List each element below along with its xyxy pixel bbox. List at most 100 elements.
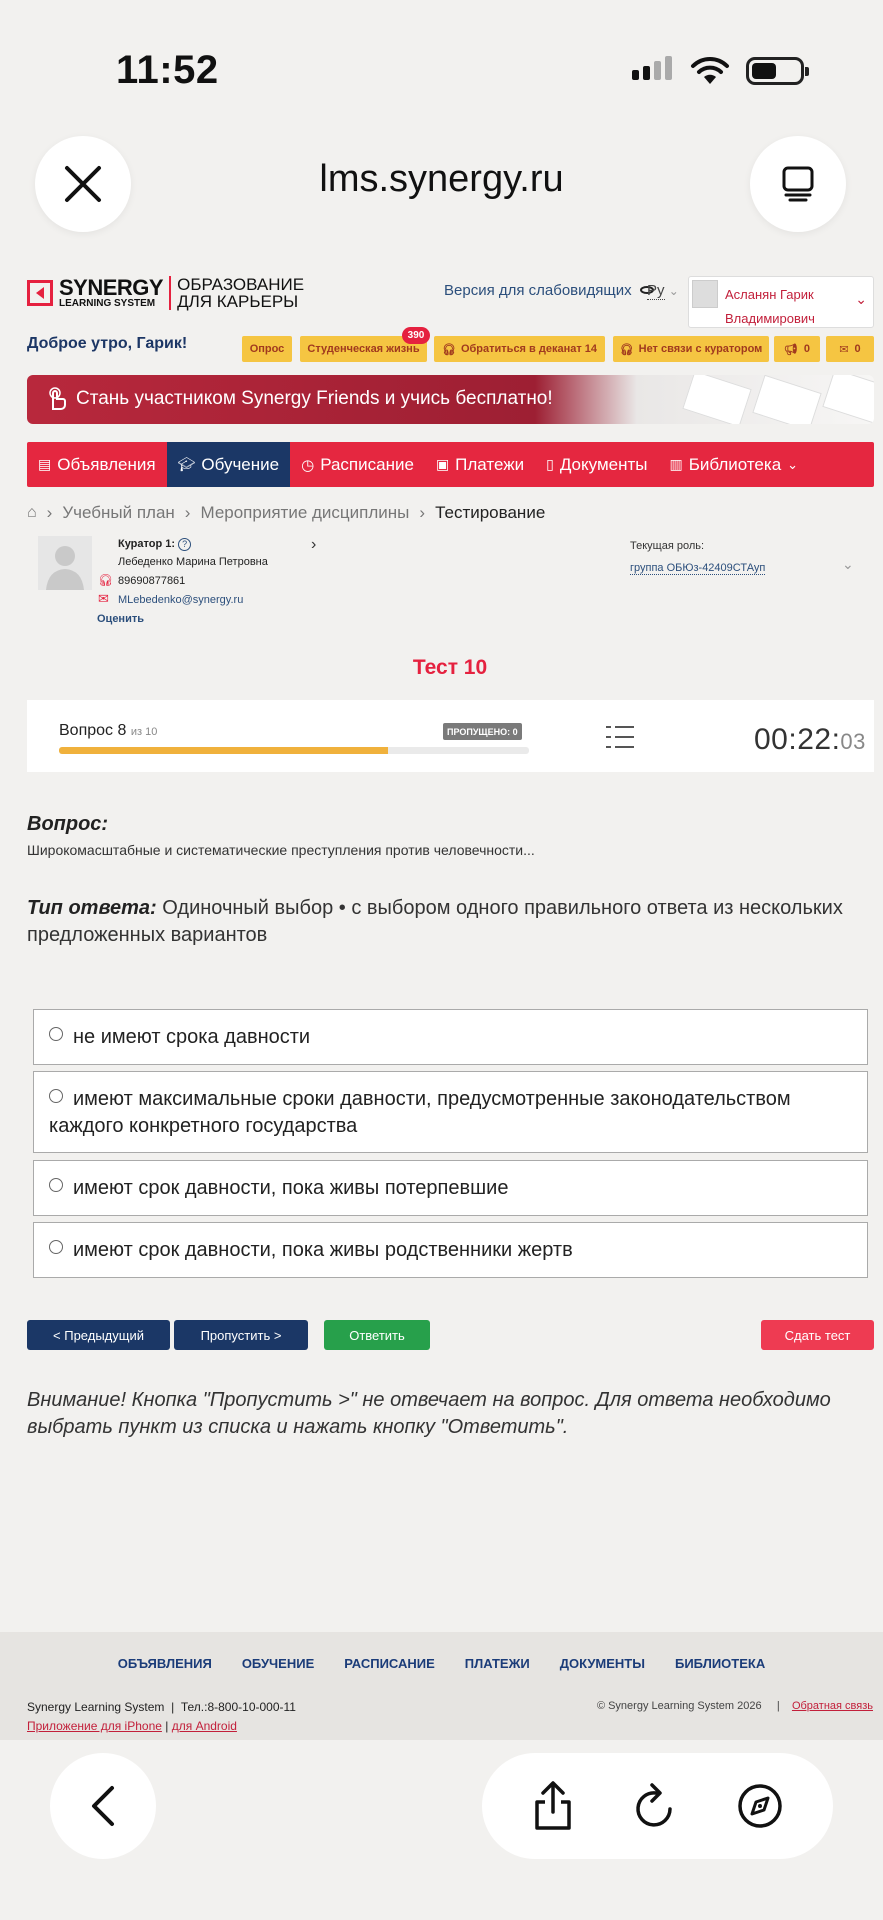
book-icon: ▥	[669, 456, 683, 472]
logo-tagline-1: ОБРАЗОВАНИЕ	[177, 275, 305, 294]
radio-icon[interactable]	[49, 1240, 63, 1254]
vision-impaired-link[interactable]: Версия для слабовидящих	[444, 282, 654, 299]
share-icon[interactable]	[531, 1780, 575, 1832]
answer-option[interactable]: имеют срок давности, пока живы родственн…	[33, 1222, 868, 1278]
logo-sub-text: LEARNING SYSTEM	[59, 298, 156, 309]
answer-option[interactable]: имеют срок давности, пока живы потерпевш…	[33, 1160, 868, 1216]
no-curator-contact-button[interactable]: 🎧︎ Нет связи с куратором	[613, 336, 769, 362]
nav-schedule[interactable]: ◷ Расписание	[290, 442, 425, 487]
megaphone-icon: 📢︎	[783, 343, 798, 356]
question-heading: Вопрос:	[27, 813, 109, 835]
announcements-counter[interactable]: 📢︎ 0	[774, 336, 820, 362]
logo-tagline-2: ДЛЯ КАРЬЕРЫ	[177, 292, 299, 311]
messages-counter[interactable]: ✉ 0	[826, 336, 874, 362]
nav-payments[interactable]: ▣ Платежи	[425, 442, 535, 487]
android-app-link[interactable]: для Android	[172, 1719, 237, 1733]
curator-phone: 89690877861	[118, 575, 186, 587]
user-name-line-1: Асланян Гарик	[725, 287, 814, 302]
answer-option[interactable]: не имеют срока давности	[33, 1009, 868, 1065]
chevron-down-icon: ⌄	[668, 284, 679, 298]
headset-icon: 🎧︎	[619, 343, 634, 356]
student-life-badge: 390	[402, 327, 430, 344]
browser-actions	[482, 1753, 833, 1859]
logo-divider	[169, 276, 172, 310]
curator-avatar	[38, 536, 92, 590]
survey-button[interactable]: Опрос	[242, 336, 292, 362]
battery-icon	[746, 57, 809, 85]
question-progress-card: Вопрос 8 из 10 ПРОПУЩЕНО: 0 00:22:03	[27, 700, 874, 772]
back-button[interactable]	[50, 1753, 156, 1859]
submit-test-button[interactable]: Сдать тест	[761, 1320, 874, 1350]
tabs-button[interactable]	[750, 136, 846, 232]
banner-image	[667, 375, 874, 424]
nav-payments-label: Платежи	[455, 454, 525, 474]
chevron-down-icon[interactable]: ⌄	[842, 556, 854, 573]
money-icon: ▣	[435, 456, 450, 472]
feedback-link[interactable]: Обратная связь	[792, 1700, 873, 1712]
footer-link-announcements[interactable]: ОБЪЯВЛЕНИЯ	[118, 1656, 212, 1671]
timer-main: 00:22:	[754, 723, 841, 756]
answer-button[interactable]: Ответить	[324, 1320, 430, 1350]
footer-contacts: Synergy Learning System | Тел.:8-800-10-…	[27, 1700, 296, 1714]
nav-documents[interactable]: ▯ Документы	[535, 442, 658, 487]
nav-education[interactable]: 🎓︎ Обучение	[166, 442, 291, 487]
wifi-icon	[691, 56, 729, 84]
nav-announcements[interactable]: ▤ Объявления	[27, 442, 167, 487]
breadcrumb-discipline-event[interactable]: Мероприятие дисциплины	[200, 503, 409, 523]
answer-option[interactable]: имеют максимальные сроки давности, преду…	[33, 1071, 868, 1153]
skipped-badge: ПРОПУЩЕНО: 0	[443, 723, 522, 740]
curator-title-label: Куратор 1:	[118, 538, 176, 550]
chevron-right-icon[interactable]: ›	[311, 536, 316, 554]
footer-nav: ОБЪЯВЛЕНИЯ ОБУЧЕНИЕ РАСПИСАНИЕ ПЛАТЕЖИ Д…	[0, 1656, 883, 1671]
radio-icon[interactable]	[49, 1027, 63, 1041]
reload-icon[interactable]	[632, 1781, 678, 1831]
question-counter: Вопрос 8 из 10	[59, 722, 157, 740]
pointer-hand-icon	[49, 387, 66, 410]
test-title: Тест 10	[412, 656, 488, 679]
logo-main-text: SYNERGY	[59, 275, 164, 300]
nav-announcements-label: Объявления	[57, 454, 156, 474]
nav-library[interactable]: ▥ Библиотека ⌄	[658, 442, 809, 487]
answer-option-label: имеют срок давности, пока живы потерпевш…	[73, 1177, 509, 1199]
help-icon[interactable]: ?	[178, 538, 192, 551]
status-time: 11:52	[116, 48, 219, 92]
role-select[interactable]: группа ОБЮз-42409СТАуп	[630, 562, 766, 575]
footer-right: © Synergy Learning System 2026 | Обратна…	[596, 1700, 873, 1712]
footer-company: Synergy Learning System	[27, 1700, 165, 1714]
previous-button[interactable]: < Предыдущий	[27, 1320, 170, 1350]
mail-icon: ✉	[98, 591, 109, 606]
contact-dean-button[interactable]: 🎧︎ Обратиться в деканат 14	[434, 336, 605, 362]
rate-curator-link[interactable]: Оценить	[97, 613, 144, 625]
answer-option-label: не имеют срока давности	[73, 1026, 311, 1048]
radio-icon[interactable]	[49, 1089, 63, 1103]
question-number: Вопрос 8	[59, 722, 127, 739]
question-list-icon[interactable]	[605, 724, 635, 750]
progress-bar	[59, 747, 529, 754]
headset-icon: 🎧︎	[98, 573, 114, 587]
skip-button[interactable]: Пропустить >	[174, 1320, 308, 1350]
footer-link-schedule[interactable]: РАСПИСАНИЕ	[344, 1656, 435, 1671]
document-icon: ▯	[546, 456, 554, 472]
home-icon[interactable]: ⌂	[27, 504, 37, 522]
logo-mark-icon	[27, 280, 53, 306]
footer-link-payments[interactable]: ПЛАТЕЖИ	[465, 1656, 530, 1671]
language-select[interactable]: Ру ⌄	[647, 282, 679, 300]
curator-email[interactable]: MLebedenko@synergy.ru	[118, 594, 243, 606]
breadcrumb-study-plan[interactable]: Учебный план	[62, 503, 174, 523]
footer-link-documents[interactable]: ДОКУМЕНТЫ	[560, 1656, 645, 1671]
radio-icon[interactable]	[49, 1178, 63, 1192]
cellular-signal-icon	[632, 56, 672, 80]
compass-icon[interactable]	[736, 1782, 784, 1830]
site-logo[interactable]: SYNERGY LEARNING SYSTEM ОБРАЗОВАНИЕ ДЛЯ …	[27, 276, 304, 310]
promo-banner[interactable]: Стань участником Synergy Friends и учись…	[27, 375, 874, 424]
iphone-app-link[interactable]: Приложение для iPhone	[27, 1719, 162, 1733]
role-label: Текущая роль:	[630, 540, 705, 552]
mail-icon: ✉	[839, 343, 849, 356]
user-menu[interactable]: Асланян Гарик Владимирович ⌄	[688, 276, 874, 328]
footer-link-library[interactable]: БИБЛИОТЕКА	[675, 1656, 765, 1671]
curator-title: Куратор 1: ?	[118, 538, 192, 551]
footer-link-education[interactable]: ОБУЧЕНИЕ	[242, 1656, 314, 1671]
banner-text: Стань участником Synergy Friends и учись…	[76, 388, 553, 409]
no-curator-label: Нет связи с куратором	[638, 343, 763, 355]
breadcrumb: ⌂ › Учебный план › Мероприятие дисциплины ›…	[27, 503, 546, 523]
